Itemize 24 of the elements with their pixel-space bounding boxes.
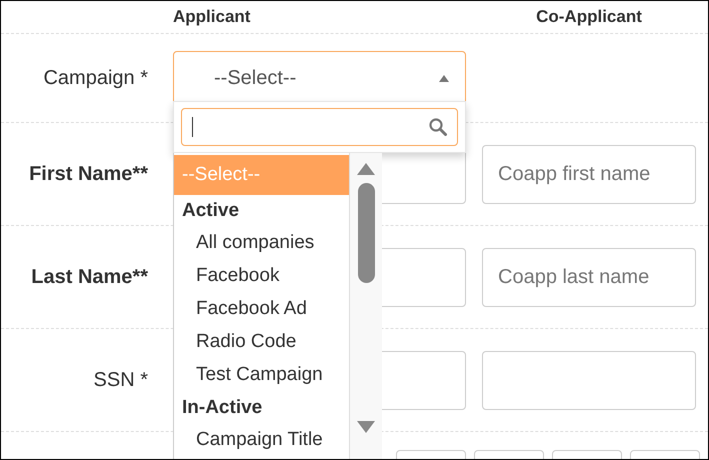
dropdown-option[interactable]: Test Campaign [174, 359, 350, 392]
text-field[interactable]: Coapp first name [482, 144, 696, 204]
dropdown-option[interactable]: Radio Code [174, 326, 350, 359]
scroll-down-icon[interactable] [357, 421, 376, 433]
scrollbar[interactable] [349, 153, 382, 459]
field-label: First Name** [29, 163, 148, 185]
option-group-label: Active [182, 198, 240, 223]
search-field[interactable] [181, 108, 458, 146]
dropdown-option[interactable]: Facebook Ad [174, 293, 350, 326]
column-header: Co-Applicant [536, 7, 642, 26]
dropdown-option[interactable]: All companies [174, 227, 350, 260]
field-label: SSN * [94, 369, 148, 391]
scrollbar-thumb[interactable] [358, 183, 375, 283]
option-group-label: In-Active [182, 396, 262, 420]
caret-icon [439, 74, 449, 82]
dropdown-option[interactable]: Campaign Title [174, 424, 350, 457]
search-icon [429, 118, 447, 136]
dropdown-option[interactable]: Facebook [174, 260, 350, 293]
field-label: Campaign * [43, 67, 148, 89]
column-header: Applicant [173, 7, 250, 26]
scroll-up-icon[interactable] [357, 163, 376, 175]
text-field[interactable] [482, 350, 696, 410]
field-label: Last Name** [31, 266, 148, 288]
text-field[interactable]: Coapp last name [482, 248, 696, 306]
